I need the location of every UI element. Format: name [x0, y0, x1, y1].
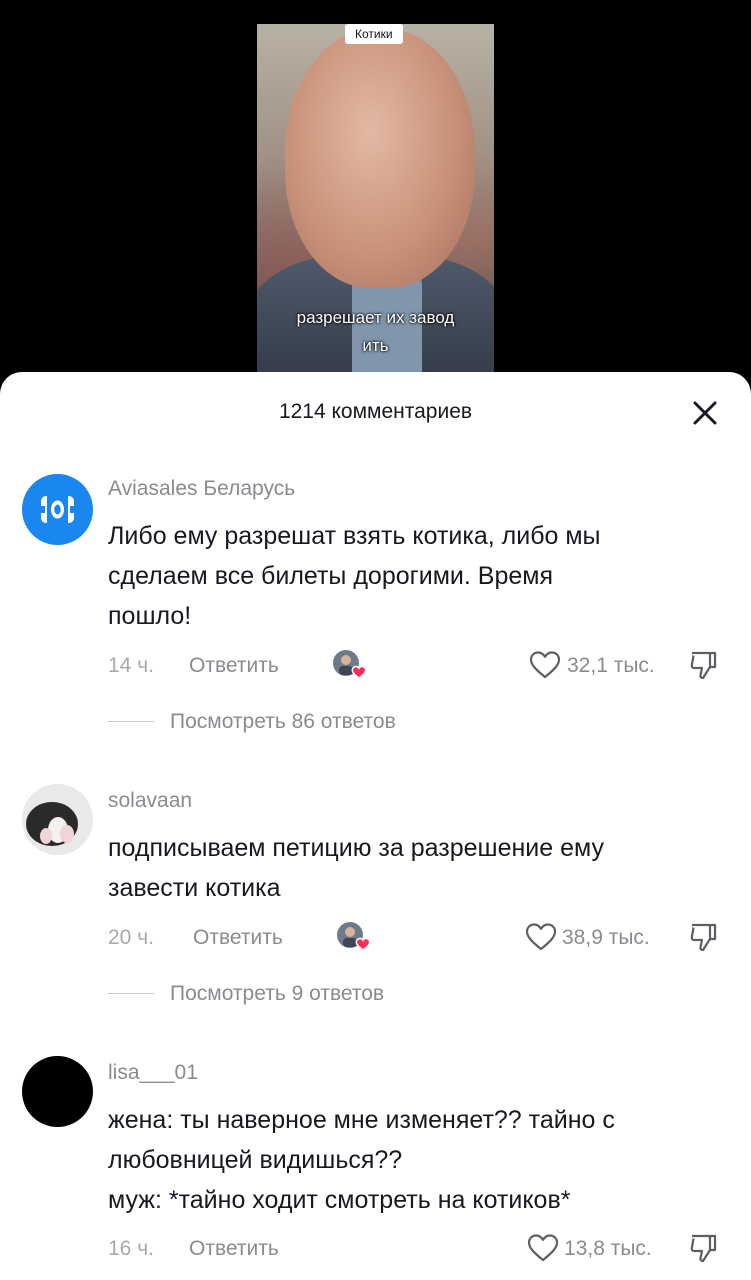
- comments-count-title: 1214 комментариев: [278, 400, 473, 423]
- heart-outline-icon[interactable]: [525, 922, 557, 952]
- thumbs-down-icon[interactable]: [688, 649, 718, 681]
- video-caption: разрешает их завод ить: [257, 304, 494, 360]
- video-person-face: [285, 28, 475, 288]
- reply-button[interactable]: Ответить: [189, 1237, 279, 1261]
- comment-text: жена: ты наверное мне изменяет?? тайно с…: [108, 1100, 718, 1220]
- close-button[interactable]: [686, 394, 724, 432]
- video-area: Котики разрешает их завод ить: [0, 0, 751, 400]
- comment-actions: 16 ч. Ответить 13,8 тыс.: [108, 1228, 728, 1268]
- heart-outline-icon[interactable]: [529, 650, 561, 680]
- comment-text-line: Либо ему разрешат взять котика, либо мы: [108, 522, 601, 550]
- replies-divider-line: [108, 721, 154, 722]
- replies-divider-line: [108, 993, 154, 994]
- comment-text-line: подписываем петицию за разрешение ему: [108, 834, 604, 862]
- comment-actions: 14 ч. Ответить 32,1 тыс.: [108, 645, 728, 685]
- comment-actions: 20 ч. Ответить 38,9 тыс.: [108, 917, 728, 957]
- comment-username[interactable]: solavaan: [108, 789, 192, 813]
- video-caption-line-2: ить: [362, 336, 389, 355]
- creator-liked-badge: [336, 919, 372, 953]
- close-icon: [693, 401, 717, 425]
- comment-text: Либо ему разрешат взять котика, либо мы …: [108, 516, 718, 636]
- creator-liked-badge: [332, 647, 368, 681]
- view-replies-label: Посмотреть 9 ответов: [170, 982, 385, 1005]
- like-count: 13,8 тыс.: [564, 1237, 652, 1260]
- comment-text-line: любовницей видишься??: [108, 1146, 403, 1174]
- comments-header: 1214 комментариев: [0, 372, 751, 452]
- reply-button[interactable]: Ответить: [193, 926, 283, 950]
- comment-text-line: жена: ты наверное мне изменяет?? тайно с: [108, 1106, 615, 1134]
- comment-text-line: муж: *тайно ходит смотреть на котиков*: [108, 1186, 571, 1214]
- comment-username[interactable]: lisa___01: [108, 1061, 198, 1085]
- video-caption-line-1: разрешает их завод: [296, 308, 455, 327]
- comment-text: подписываем петицию за разрешение ему за…: [108, 828, 718, 908]
- avatar[interactable]: [22, 1056, 93, 1127]
- avatar[interactable]: [22, 784, 93, 855]
- thumbs-down-icon[interactable]: [688, 921, 718, 953]
- comment-text-line: пошло!: [108, 602, 192, 630]
- heart-outline-icon[interactable]: [527, 1233, 559, 1263]
- comment-timestamp: 14 ч.: [108, 654, 154, 677]
- comment-username[interactable]: Aviasales Беларусь: [108, 477, 295, 501]
- avatar[interactable]: [22, 474, 93, 545]
- video-tag[interactable]: Котики: [345, 24, 403, 44]
- like-count: 38,9 тыс.: [562, 926, 650, 949]
- comment-text-line: завести котика: [108, 874, 281, 902]
- comments-sheet: 1214 комментариев Aviasales Беларусь Либ…: [0, 372, 751, 1280]
- user-avatar-photo-icon: [22, 784, 93, 855]
- thumbs-down-icon[interactable]: [688, 1232, 718, 1264]
- creator-liked-avatar-icon: [337, 922, 371, 951]
- reply-button[interactable]: Ответить: [189, 654, 279, 678]
- comment-timestamp: 20 ч.: [108, 926, 154, 949]
- comment-timestamp: 16 ч.: [108, 1237, 154, 1260]
- comment-text-line: сделаем все билеты дорогими. Время: [108, 562, 553, 590]
- like-count: 32,1 тыс.: [567, 654, 655, 677]
- view-replies-label: Посмотреть 86 ответов: [170, 710, 396, 733]
- creator-liked-avatar-icon: [333, 650, 367, 679]
- aviasales-logo-icon: [41, 496, 74, 523]
